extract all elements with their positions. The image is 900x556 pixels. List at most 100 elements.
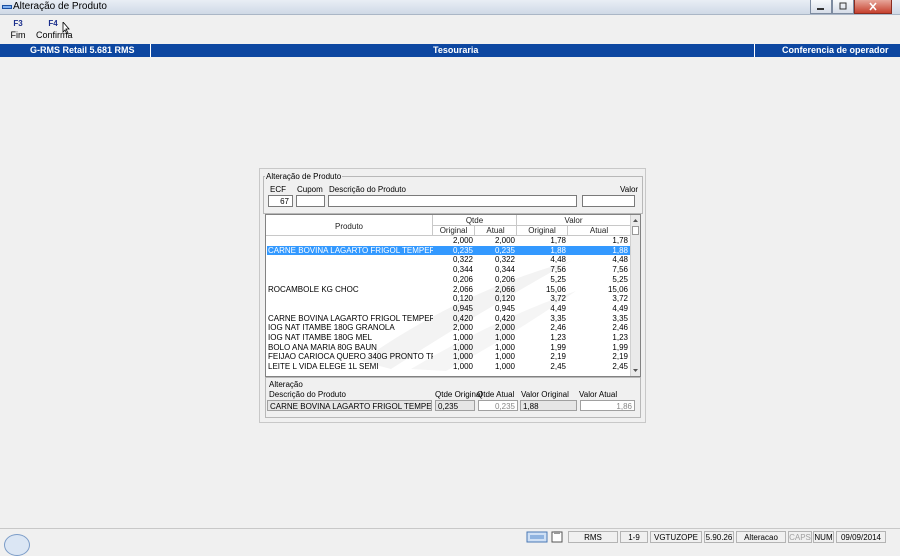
row-valor-atual: 4,49 bbox=[612, 303, 628, 313]
header-divider bbox=[516, 215, 517, 236]
row-valor-original: 5,25 bbox=[550, 274, 566, 284]
cupom-field[interactable] bbox=[296, 195, 325, 207]
row-qtde-original: 2,000 bbox=[452, 323, 473, 333]
alt-valor-atual-field[interactable]: 1,86 bbox=[580, 400, 635, 411]
table-row[interactable]: 0,322 0,322 4,48 4,48 bbox=[267, 255, 630, 264]
row-qtde-atual: 0,344 bbox=[494, 265, 515, 275]
status-caps: CAPS bbox=[788, 531, 812, 543]
table-row[interactable]: BOLO ANA MARIA 80G BAUN 1,000 1,000 1,99 1,9… bbox=[267, 343, 630, 352]
valor-field[interactable] bbox=[582, 195, 635, 207]
minimize-button[interactable] bbox=[810, 0, 832, 14]
row-valor-atual: 15,06 bbox=[607, 284, 628, 294]
row-valor-original: 2,45 bbox=[550, 362, 566, 372]
row-description: FEIJAO CARIOCA QUERO 340G PRONTO TP bbox=[268, 352, 433, 362]
alt-qtde-original-field: 0,235 bbox=[435, 400, 475, 411]
scroll-thumb[interactable] bbox=[632, 226, 639, 235]
status-bar: RMS 1-9 VGTUZOPE 5.90.26 Alteracao CAPS … bbox=[0, 528, 900, 545]
row-valor-atual: 1,78 bbox=[612, 236, 628, 245]
banner-divider bbox=[754, 44, 755, 57]
row-qtde-original: 0,420 bbox=[452, 313, 473, 323]
row-qtde-atual: 1,000 bbox=[494, 342, 515, 352]
col-produto-header[interactable]: Produto bbox=[266, 222, 432, 231]
row-valor-original: 1,88 bbox=[550, 245, 566, 255]
clipboard-icon bbox=[551, 531, 563, 543]
row-description: IOG NAT ITAMBE 180G MEL bbox=[268, 333, 373, 342]
table-row[interactable]: CARNE BOVINA LAGARTO FRIGOL TEMPERADO KG… bbox=[267, 314, 630, 323]
ecf-field[interactable]: 67 bbox=[268, 195, 293, 207]
alt-valor-original-label: Valor Original bbox=[521, 390, 569, 399]
row-valor-original: 1,23 bbox=[550, 333, 566, 342]
col-valor-header[interactable]: Valor bbox=[517, 216, 630, 225]
row-valor-atual: 3,72 bbox=[612, 294, 628, 304]
row-valor-original: 2,46 bbox=[550, 323, 566, 333]
close-icon bbox=[869, 2, 877, 11]
header-divider bbox=[432, 215, 433, 236]
row-valor-atual: 2,19 bbox=[612, 352, 628, 362]
row-qtde-atual: 1,000 bbox=[494, 333, 515, 342]
banner-product: G-RMS Retail 5.681 RMS bbox=[30, 45, 135, 55]
mouse-cursor-icon bbox=[62, 22, 70, 35]
row-valor-original: 1,99 bbox=[550, 342, 566, 352]
status-mode: Alteracao bbox=[736, 531, 786, 543]
row-qtde-atual: 0,235 bbox=[494, 245, 515, 255]
col-qtde-header[interactable]: Qtde bbox=[433, 216, 516, 225]
alteracao-group-label: Alteração bbox=[268, 380, 304, 389]
globe-icon bbox=[4, 534, 30, 556]
fim-button[interactable]: F3 Fim bbox=[6, 19, 30, 40]
keyboard-icon bbox=[526, 531, 548, 543]
row-valor-atual: 2,45 bbox=[612, 362, 628, 372]
row-qtde-original: 0,120 bbox=[452, 294, 473, 304]
table-row[interactable]: 2,000 2,000 1,78 1,78 bbox=[267, 236, 630, 245]
table-row[interactable]: FEIJAO CARIOCA QUERO 340G PRONTO TP 1,000… bbox=[267, 352, 630, 361]
row-valor-atual: 3,35 bbox=[612, 313, 628, 323]
row-description: ROCAMBOLE KG CHOC bbox=[268, 284, 359, 294]
col-qtde-atual-header[interactable]: Atual bbox=[475, 226, 516, 235]
grid-scrollbar[interactable] bbox=[630, 215, 640, 376]
status-date: 09/09/2014 bbox=[836, 531, 886, 543]
row-qtde-atual: 1,000 bbox=[494, 362, 515, 372]
row-valor-atual: 4,48 bbox=[612, 255, 628, 265]
table-row[interactable]: ROCAMBOLE KG CHOC 2,066 2,066 15,06 15,06 bbox=[267, 285, 630, 294]
alt-qtde-atual-field[interactable]: 0,235 bbox=[478, 400, 518, 411]
scroll-up-icon[interactable] bbox=[631, 216, 640, 225]
table-row[interactable]: 0,344 0,344 7,56 7,56 bbox=[267, 265, 630, 274]
row-valor-original: 3,35 bbox=[550, 313, 566, 323]
row-qtde-original: 2,066 bbox=[452, 284, 473, 294]
table-row[interactable]: IOG NAT ITAMBE 180G MEL 1,000 1,000 1,23 1,2… bbox=[267, 333, 630, 342]
banner-module: Tesouraria bbox=[433, 45, 479, 55]
cupom-label: Cupom bbox=[297, 185, 323, 194]
table-row[interactable]: CARNE BOVINA LAGARTO FRIGOL TEMPERADO KG… bbox=[267, 245, 630, 255]
table-row[interactable]: 0,206 0,206 5,25 5,25 bbox=[267, 275, 630, 284]
table-row[interactable]: IOG NAT ITAMBE 180G GRANOLA 2,000 2,000 2,4… bbox=[267, 323, 630, 332]
close-button[interactable] bbox=[854, 0, 892, 14]
alt-valor-original-field: 1,88 bbox=[520, 400, 577, 411]
header-divider bbox=[567, 226, 568, 236]
fim-key: F3 bbox=[13, 19, 23, 28]
row-valor-original: 15,06 bbox=[545, 284, 566, 294]
table-row[interactable]: LEITE L VIDA ELEGE 1L SEMI 1,000 1,000 2,45… bbox=[267, 362, 630, 371]
row-valor-original: 2,19 bbox=[550, 352, 566, 362]
valor-label: Valor bbox=[620, 185, 639, 194]
window-controls bbox=[810, 0, 892, 14]
produtos-grid[interactable]: Produto Qtde Valor Original Atual Origin… bbox=[265, 214, 641, 377]
window-title: Alteração de Produto bbox=[13, 1, 107, 12]
descricao-label: Descrição do Produto bbox=[329, 185, 406, 194]
col-valor-atual-header[interactable]: Atual bbox=[568, 226, 630, 235]
row-qtde-original: 0,235 bbox=[452, 245, 473, 255]
fim-label: Fim bbox=[10, 30, 26, 40]
module-banner: G-RMS Retail 5.681 RMS Tesouraria Confer… bbox=[0, 44, 900, 57]
produto-group-label: Alteração de Produto bbox=[265, 172, 343, 181]
status-rms: RMS bbox=[568, 531, 618, 543]
scroll-down-icon[interactable] bbox=[631, 366, 640, 375]
col-valor-original-header[interactable]: Original bbox=[517, 226, 567, 235]
table-row[interactable]: 0,945 0,945 4,49 4,49 bbox=[267, 304, 630, 313]
row-qtde-atual: 1,000 bbox=[494, 352, 515, 362]
app-icon bbox=[2, 5, 12, 9]
restore-button[interactable] bbox=[832, 0, 854, 14]
row-qtde-atual: 2,000 bbox=[494, 236, 515, 245]
row-qtde-original: 0,206 bbox=[452, 274, 473, 284]
table-row[interactable]: 0,120 0,120 3,72 3,72 bbox=[267, 294, 630, 303]
status-num: NUM bbox=[813, 531, 834, 543]
descricao-field[interactable] bbox=[328, 195, 577, 207]
col-qtde-original-header[interactable]: Original bbox=[433, 226, 474, 235]
